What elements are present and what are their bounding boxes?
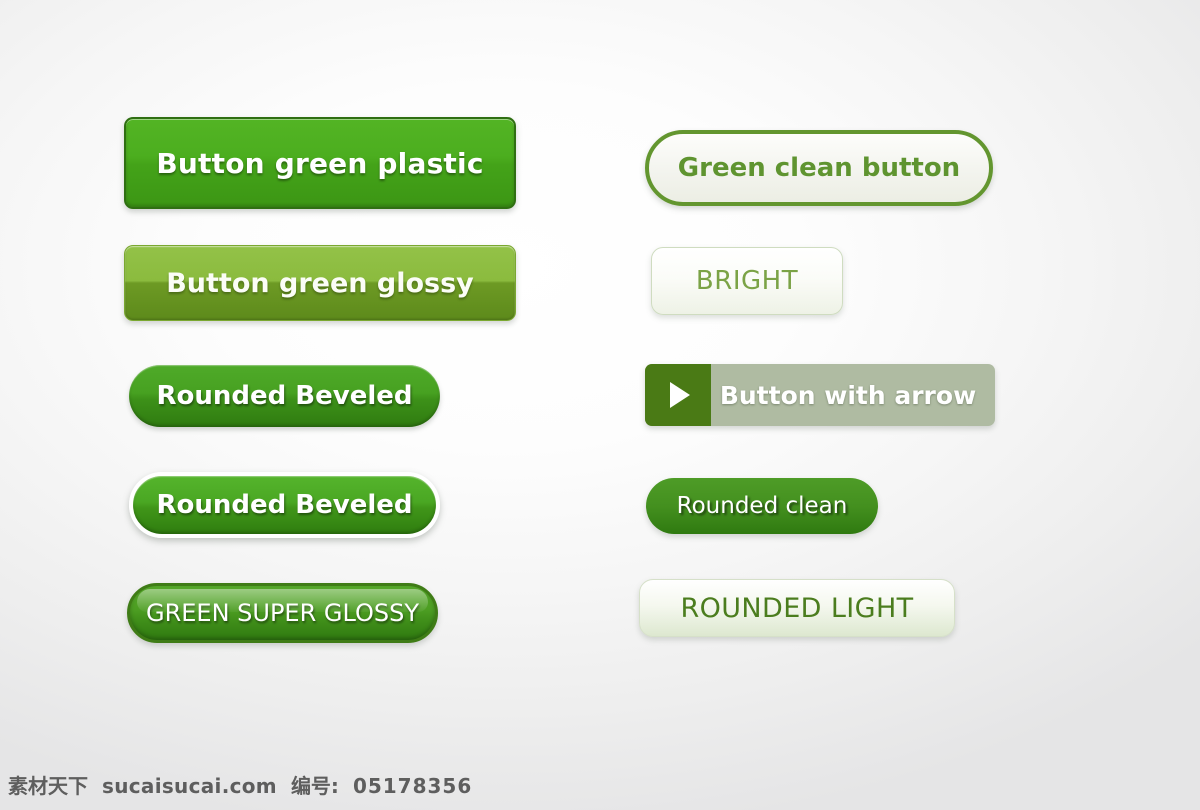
button-rounded-clean[interactable]: Rounded clean bbox=[646, 478, 878, 534]
watermark-site-name: 素材天下 bbox=[8, 774, 88, 798]
play-arrow-glyph bbox=[670, 382, 690, 408]
button-green-super-glossy[interactable]: GREEN SUPER GLOSSY bbox=[127, 583, 438, 643]
button-green-glossy[interactable]: Button green glossy bbox=[124, 245, 516, 321]
button-rounded-light[interactable]: ROUNDED LIGHT bbox=[639, 579, 955, 637]
watermark-id-value: 05178356 bbox=[352, 774, 473, 798]
button-showcase-canvas: Button green plastic Button green glossy… bbox=[0, 0, 1200, 810]
watermark-site-url: sucaisucai.com bbox=[102, 774, 277, 798]
button-with-arrow[interactable]: Button with arrow bbox=[645, 364, 995, 426]
button-bright[interactable]: BRIGHT bbox=[651, 247, 843, 315]
button-rounded-beveled[interactable]: Rounded Beveled bbox=[129, 365, 440, 427]
watermark-footer: 素材天下 sucaisucai.com 编号: 05178356 bbox=[8, 770, 472, 799]
button-with-arrow-label: Button with arrow bbox=[719, 380, 977, 410]
button-green-clean[interactable]: Green clean button bbox=[645, 130, 993, 206]
button-rounded-beveled-ring[interactable]: Rounded Beveled bbox=[129, 472, 440, 538]
play-arrow-icon bbox=[645, 364, 711, 426]
button-green-plastic[interactable]: Button green plastic bbox=[124, 117, 516, 209]
watermark-id-label: 编号: bbox=[290, 774, 339, 798]
